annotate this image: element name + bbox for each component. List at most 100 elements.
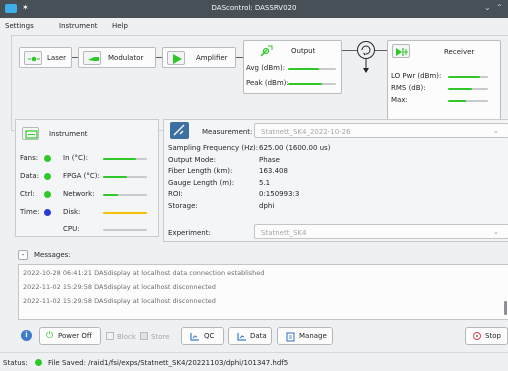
measurement-select-value: Statnett_SK4_2022-10-26 xyxy=(261,128,351,136)
power-off-label: Power Off xyxy=(58,332,92,340)
instrument-metric-label: FPGA (°C): xyxy=(63,172,100,180)
power-off-button[interactable]: ⏻ Power Off xyxy=(39,327,101,345)
laser-box[interactable]: Laser xyxy=(19,47,72,68)
status-text: File Saved: /raid1/fsi/exps/Statnett_SK4… xyxy=(48,359,289,367)
output-avg-label: Avg (dBm): xyxy=(246,64,286,72)
store-label: Store xyxy=(151,333,170,341)
output-title: Output xyxy=(291,47,316,55)
instrument-row-label: Data: xyxy=(20,172,40,180)
receiver-title: Receiver xyxy=(444,48,475,56)
modulator-label: Modulator xyxy=(108,54,144,62)
instrument-panel: Instrument Fans: In (°C): Data: FPGA (°C): C… xyxy=(15,119,159,237)
output-peak-label: Peak (dBm): xyxy=(246,79,289,87)
receiver-rms-label: RMS (dB): xyxy=(391,84,426,92)
modulator-button[interactable] xyxy=(83,51,101,65)
window-title: DAScontrol: DASSRV020 xyxy=(211,4,297,12)
messages-scrollbar[interactable] xyxy=(504,301,507,315)
measurement-icon xyxy=(170,122,189,139)
output-peak-meter xyxy=(288,83,336,85)
measurement-field-label: ROI: xyxy=(168,190,183,199)
block-label: Block xyxy=(117,333,136,341)
maximize-icon[interactable]: ⌃ xyxy=(496,3,503,12)
output-avg-meter xyxy=(288,68,336,70)
instrument-row-label: Time: xyxy=(20,208,40,216)
instrument-row-label: Ctrl: xyxy=(20,190,35,198)
messages-header: - Messages: xyxy=(15,248,508,262)
instrument-meter xyxy=(103,229,147,231)
measurement-field-value: 625.00 (1600.00 us) xyxy=(259,144,331,152)
status-bar: Status: File Saved: /raid1/fsi/exps/Stat… xyxy=(0,352,508,371)
stop-icon xyxy=(473,332,481,340)
data-button[interactable]: Data xyxy=(228,327,272,345)
amplifier-label: Amplifier xyxy=(196,54,228,62)
store-checkbox[interactable] xyxy=(140,332,148,340)
instrument-metric-label: Network: xyxy=(63,190,95,198)
info-icon[interactable]: i xyxy=(21,330,32,341)
measurement-field-value: 0:150993:3 xyxy=(259,190,300,199)
status-led xyxy=(44,209,51,216)
receiver-rms-meter xyxy=(448,88,488,90)
instrument-metric-label: CPU: xyxy=(63,225,80,233)
amplifier-icon xyxy=(173,54,182,64)
laser-button[interactable] xyxy=(24,51,42,65)
title-bar: ✶ DAScontrol: DASSRV020 ⌄ ⌃ xyxy=(0,0,508,18)
stop-label: Stop xyxy=(485,332,501,340)
instrument-icon xyxy=(25,130,38,139)
status-led xyxy=(44,155,51,162)
messages-title: Messages: xyxy=(34,251,71,259)
measurement-field-label: Fiber Length (km): xyxy=(168,167,233,176)
measurement-field-label: Sampling Frequency (Hz): xyxy=(168,144,259,152)
instrument-meter xyxy=(103,194,147,196)
data-label: Data xyxy=(250,332,267,340)
receiver-lo-label: LO Pwr (dBm): xyxy=(391,72,442,80)
stop-button[interactable]: Stop xyxy=(465,327,508,345)
messages-list: 2022-10-28 06:41:21 DASdisplay at localh… xyxy=(18,264,508,320)
chart-icon xyxy=(190,333,199,341)
menu-help[interactable]: Help xyxy=(112,22,128,30)
instrument-meter xyxy=(103,158,147,160)
measurement-panel: Measurement: Statnett_SK4_2022-10-26 ⌄ S… xyxy=(163,119,508,242)
experiment-select[interactable]: Statnett_SK4 ⌄ xyxy=(254,224,508,239)
amplifier-button[interactable] xyxy=(167,51,185,65)
instrument-button[interactable] xyxy=(22,127,39,140)
receiver-icon xyxy=(396,48,408,56)
menu-settings[interactable]: Settings xyxy=(5,22,34,30)
output-icon xyxy=(260,45,273,57)
measurement-select[interactable]: Statnett_SK4_2022-10-26 ⌄ xyxy=(254,123,508,138)
measurement-field-value: Phase xyxy=(259,155,280,164)
measurement-field-label: Storage: xyxy=(168,202,198,210)
receiver-button[interactable] xyxy=(392,44,410,58)
measurement-label: Measurement: xyxy=(202,128,253,136)
instrument-title: Instrument xyxy=(49,130,88,138)
instrument-metric-label: Disk: xyxy=(63,208,81,216)
laser-icon xyxy=(28,56,40,62)
chevron-down-icon: ⌄ xyxy=(493,127,499,135)
circulator-icon xyxy=(357,41,375,73)
experiment-label: Experiment: xyxy=(168,229,211,237)
receiver-box: Receiver LO Pwr (dBm): RMS (dB): Max: xyxy=(387,40,501,125)
chart-icon xyxy=(237,333,246,341)
instrument-meter xyxy=(103,176,147,178)
pipeline-panel: Laser Modulator Amplifier Output Avg (dB… xyxy=(11,35,508,131)
menu-instrument[interactable]: Instrument xyxy=(59,22,98,30)
qc-button[interactable]: QC xyxy=(181,327,224,345)
block-checkbox[interactable] xyxy=(106,332,114,340)
amplifier-box[interactable]: Amplifier xyxy=(162,47,236,68)
minimize-icon[interactable]: ⌄ xyxy=(484,3,491,12)
measurement-field-value: 163.408 xyxy=(259,167,288,176)
laser-label: Laser xyxy=(47,54,67,62)
modulator-icon xyxy=(88,57,99,61)
manage-button[interactable]: Manage xyxy=(277,327,333,345)
instrument-row-label: Fans: xyxy=(20,154,39,162)
messages-collapse-button[interactable]: - xyxy=(18,250,28,260)
power-icon: ⏻ xyxy=(46,331,54,341)
status-led xyxy=(44,173,51,180)
modulator-box[interactable]: Modulator xyxy=(78,47,156,68)
experiment-select-value: Statnett_SK4 xyxy=(261,229,307,237)
document-icon xyxy=(286,332,295,342)
toolbar: i ⏻ Power Off Block Store QC Data Manage… xyxy=(15,326,508,348)
measurement-field-value: dphi xyxy=(259,202,275,210)
message-line: 2022-10-28 06:41:21 DASdisplay at localh… xyxy=(23,269,265,277)
receiver-lo-meter xyxy=(448,76,488,78)
receiver-max-label: Max: xyxy=(391,96,408,104)
